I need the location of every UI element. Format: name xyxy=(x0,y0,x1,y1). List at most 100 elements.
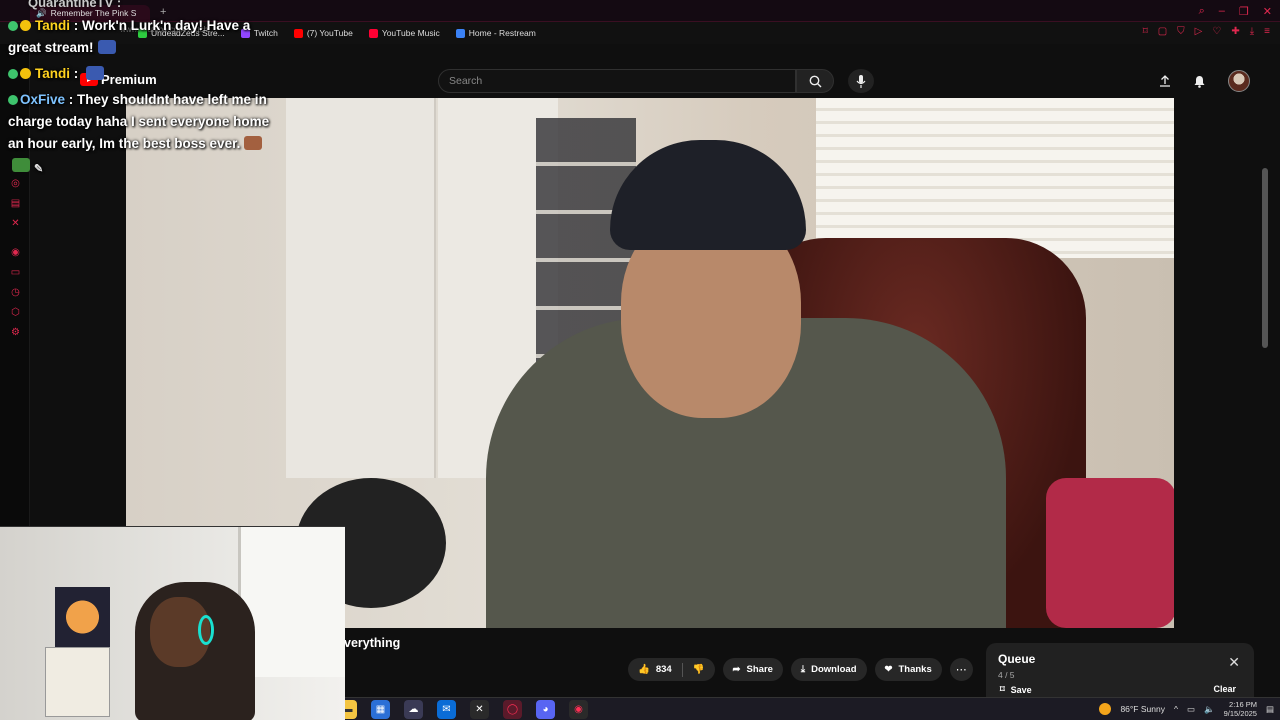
obs-icon[interactable]: ◉ xyxy=(569,700,588,719)
download-button[interactable]: ⤓ Download xyxy=(790,658,867,681)
video-scene-door xyxy=(286,98,436,478)
chat-username: OxFive xyxy=(20,92,66,107)
search-icon[interactable]: ⌕ xyxy=(1199,5,1205,18)
weather-text[interactable]: 86°F Sunny xyxy=(1120,704,1165,714)
more-actions-button[interactable]: ⋯ xyxy=(949,658,973,681)
microphone-icon xyxy=(856,74,866,88)
search-button[interactable] xyxy=(796,69,834,93)
download-icon[interactable]: ⤓ xyxy=(1250,26,1254,37)
clock[interactable]: 2:16 PM 9/15/2025 xyxy=(1224,700,1257,718)
cube-icon[interactable]: ⬡ xyxy=(10,307,21,318)
minimize-icon[interactable]: – xyxy=(1219,5,1225,18)
twitch-icon[interactable]: ▤ xyxy=(10,198,21,209)
opera-gx-icon[interactable]: ◯ xyxy=(503,700,522,719)
headset-icon xyxy=(198,615,214,645)
chat-channel-title: QuarantineTV : xyxy=(28,0,122,10)
discord-icon[interactable]: ◕ xyxy=(536,700,555,719)
share-label: Share xyxy=(746,664,773,675)
heart-icon[interactable]: ♡ xyxy=(1212,26,1221,37)
dislike-icon[interactable]: 👎 xyxy=(693,664,705,675)
queue-count: 4 / 5 xyxy=(998,670,1015,680)
search-icon xyxy=(809,75,821,87)
video-scene-blanket xyxy=(1046,478,1174,628)
bookmark-favicon-icon xyxy=(455,28,465,38)
page-scrollbar[interactable] xyxy=(1262,168,1268,348)
extension-icons: ⌑ ▢ ⛉ ▷ ♡ ✚ ⤓ ≡ xyxy=(1143,26,1270,37)
queue-clear-button[interactable]: Clear xyxy=(1213,684,1236,694)
emote-icon xyxy=(244,136,263,150)
video-title: verything xyxy=(344,636,401,650)
clock-date: 9/15/2025 xyxy=(1223,709,1257,718)
clock-time: 2:16 PM xyxy=(1229,700,1257,709)
folder-icon[interactable]: ▭ xyxy=(10,267,21,278)
play-icon[interactable]: ▷ xyxy=(1195,26,1203,37)
taskbar-apps: ▬ ▦ ☁ ✉ ✕ ◯ ◕ ◉ xyxy=(338,700,588,719)
share-icon: ➦ xyxy=(732,664,741,675)
chat-username: Tandi xyxy=(35,18,70,33)
bookmark-item[interactable]: YouTube Music xyxy=(368,28,440,38)
thanks-button[interactable]: ❤ Thanks xyxy=(874,658,942,681)
thanks-label: Thanks xyxy=(898,664,932,675)
chat-message: Tandi : xyxy=(8,63,272,85)
verified-badge-icon xyxy=(8,69,18,79)
emote-icon xyxy=(97,40,116,54)
queue-title: Queue xyxy=(998,652,1036,666)
settings-icon[interactable]: ⚙ xyxy=(10,327,21,338)
voice-search-button[interactable] xyxy=(848,69,874,93)
shield-icon[interactable]: ⛉ xyxy=(1177,26,1185,37)
header-actions xyxy=(1159,70,1250,92)
emote-icon: ✎ xyxy=(34,163,44,175)
like-icon[interactable]: 👍 xyxy=(638,664,650,675)
upload-icon[interactable] xyxy=(1159,75,1171,87)
rank-badge-icon xyxy=(20,68,31,79)
system-tray: 86°F Sunny ^ ▭ 🔈 2:16 PM 9/15/2025 ▤ xyxy=(1099,700,1274,718)
download-icon: ⤓ xyxy=(800,664,806,675)
rank-badge-icon xyxy=(20,20,31,31)
bookmark-label: Home - Restream xyxy=(468,28,536,38)
queue-save-button[interactable]: ⌑ Save xyxy=(1000,684,1032,695)
maximize-icon[interactable]: ❐ xyxy=(1239,5,1249,18)
network-icon[interactable]: ▭ xyxy=(1187,704,1195,715)
webcam-poster xyxy=(55,587,110,647)
player-side-area xyxy=(1174,98,1270,628)
volume-icon[interactable]: 🔈 xyxy=(1204,704,1215,715)
bookmark-favicon-icon xyxy=(293,28,303,38)
chat-separator: : xyxy=(65,92,78,107)
close-icon[interactable]: ✕ xyxy=(1228,654,1240,671)
search-input[interactable]: Search xyxy=(438,69,796,93)
bookmark-item[interactable]: (7) YouTube xyxy=(293,28,353,38)
bookmark-favicon-icon xyxy=(368,28,378,38)
instagram-icon[interactable]: ◎ xyxy=(10,178,21,189)
bookmark-label: (7) YouTube xyxy=(306,28,353,38)
bookmark-icon[interactable]: ⌑ xyxy=(1143,26,1148,37)
like-dislike-button[interactable]: 👍 834 👎 xyxy=(628,658,715,681)
store-icon[interactable]: ▦ xyxy=(371,700,390,719)
queue-save-label: Save xyxy=(1010,684,1032,695)
account-avatar[interactable] xyxy=(1228,70,1250,92)
window-controls: ⌕ – ❐ ✕ xyxy=(1199,5,1272,18)
notification-center-icon[interactable]: ▤ xyxy=(1266,704,1274,715)
weather-icon xyxy=(1099,703,1112,715)
thanks-icon: ❤ xyxy=(884,664,893,675)
close-icon[interactable]: ✕ xyxy=(1263,5,1272,18)
chat-username: Tandi xyxy=(35,66,70,81)
puzzle-icon[interactable]: ✚ xyxy=(1231,26,1239,37)
x-app-icon[interactable]: ✕ xyxy=(470,700,489,719)
share-button[interactable]: ➦ Share xyxy=(722,658,783,681)
notifications-icon[interactable] xyxy=(1193,75,1206,88)
like-count: 834 xyxy=(655,664,672,675)
chat-separator: : xyxy=(70,66,82,81)
emote-icon xyxy=(86,66,104,80)
menu-icon[interactable]: ≡ xyxy=(1264,26,1270,37)
verified-badge-icon xyxy=(8,95,18,105)
cloud-icon[interactable]: ☁ xyxy=(404,700,423,719)
clock-icon[interactable]: ◷ xyxy=(10,287,21,298)
tab-icon[interactable]: ▢ xyxy=(1158,26,1167,37)
record-icon[interactable]: ◉ xyxy=(10,247,21,258)
chevron-up-icon[interactable]: ^ xyxy=(1174,704,1178,714)
x-icon[interactable]: ✕ xyxy=(10,218,21,229)
bookmark-item[interactable]: Home - Restream xyxy=(455,28,536,38)
outlook-icon[interactable]: ✉ xyxy=(437,700,456,719)
video-actions: 👍 834 👎 ➦ Share ⤓ Download ❤ Thanks ⋯ xyxy=(628,658,973,681)
bookmark-icon: ⌑ xyxy=(1000,684,1005,694)
